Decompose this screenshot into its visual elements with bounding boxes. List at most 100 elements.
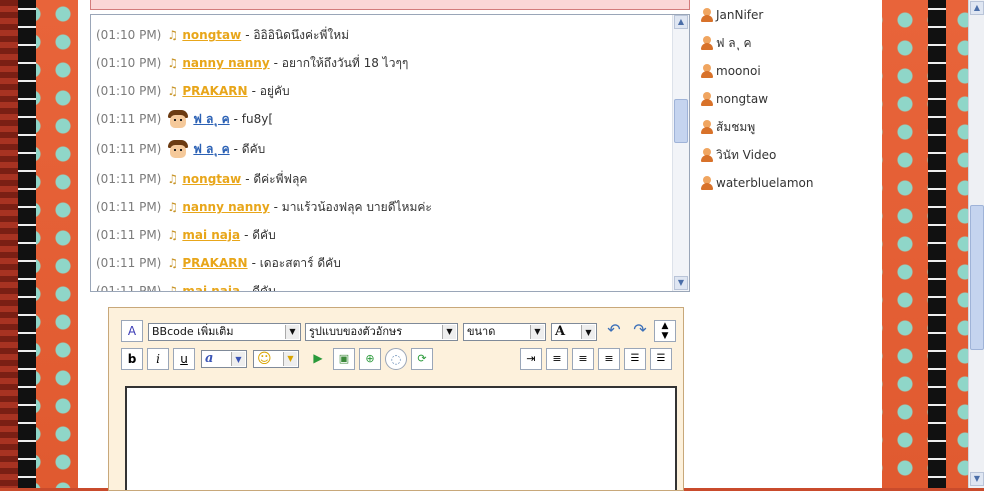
bold-button[interactable]: b [121, 348, 143, 370]
page-scroll-thumb[interactable] [970, 205, 984, 350]
page-scroll-down-button[interactable]: ▼ [970, 472, 984, 486]
music-note-icon: ♫ [167, 284, 179, 292]
chat-message: (01:10 PM) ♫ PRAKARN - อยู่คับ [96, 81, 290, 101]
online-user-item[interactable]: moonoi [700, 60, 761, 82]
redo-icon[interactable]: ↷ [629, 320, 651, 342]
message-textarea[interactable] [125, 386, 677, 490]
user-icon [700, 148, 714, 162]
online-user-name: moonoi [716, 64, 761, 78]
message-username-link[interactable]: ฟ ล ุ ค [193, 110, 229, 129]
chat-message: (01:10 PM) ♫ nanny nanny - อยากให้ถึงวันที่… [96, 53, 408, 73]
undo-icon[interactable]: ↶ [603, 320, 625, 342]
music-note-icon: ♫ [167, 172, 179, 186]
right-decoration [882, 0, 968, 488]
chat-box[interactable]: (01:10 PM) ♫ nongtaw - อิอิอินิดนึงค่ะพี่ให… [90, 14, 690, 292]
message-time: (01:10 PM) [96, 84, 162, 98]
message-text: - ดีคับ [244, 227, 276, 242]
chat-scroll-thumb[interactable] [674, 99, 688, 143]
message-time: (01:11 PM) [96, 256, 162, 270]
online-user-item[interactable]: waterbluelamon [700, 172, 813, 194]
online-user-name: วินัท Video [716, 147, 777, 162]
resize-icon[interactable]: ▲ ▼ [654, 320, 676, 342]
page-scroll-up-button[interactable]: ▲ [970, 1, 984, 15]
indent-icon[interactable]: ⇥ [520, 348, 542, 370]
user-icon [700, 120, 714, 134]
online-user-name: JanNifer [716, 8, 764, 22]
online-user-item[interactable]: วินัท Video [700, 144, 776, 166]
message-username-link[interactable]: PRAKARN [182, 84, 247, 98]
align-center-icon[interactable]: ≡ [572, 348, 594, 370]
size-select[interactable]: ขนาด ▼ [463, 323, 546, 341]
online-user-item[interactable]: ฟ ล ุ ค [700, 32, 752, 54]
quote-icon[interactable]: ◌ [385, 348, 407, 370]
message-username-link[interactable]: nanny nanny [182, 200, 269, 214]
user-icon [700, 8, 714, 22]
alert-bar [90, 0, 690, 10]
unordered-list-icon[interactable]: ☰ [650, 348, 672, 370]
message-time: (01:11 PM) [96, 142, 162, 156]
ordered-list-icon[interactable]: ☰ [624, 348, 646, 370]
message-time: (01:11 PM) [96, 200, 162, 214]
remove-format-icon[interactable]: A [121, 320, 143, 342]
chat-scrollbar[interactable]: ▲ ▼ [672, 15, 689, 291]
align-left-icon[interactable]: ≡ [546, 348, 568, 370]
color-select[interactable]: A ▼ [551, 323, 597, 341]
user-icon [700, 92, 714, 106]
left-stripe [0, 0, 18, 488]
online-user-item[interactable]: nongtaw [700, 88, 768, 110]
align-right-icon[interactable]: ≡ [598, 348, 620, 370]
font-select[interactable]: รูปแบบของตัวอักษร ▼ [305, 323, 458, 341]
emoticon-select[interactable]: ☺ ▼ [253, 350, 299, 368]
online-user-item[interactable]: JanNifer [700, 4, 763, 26]
message-username-link[interactable]: ฟ ล ุ ค [193, 140, 229, 159]
message-time: (01:11 PM) [96, 228, 162, 242]
page-scrollbar[interactable]: ▲ ▼ [968, 0, 984, 488]
insert-image-icon[interactable]: ▣ [333, 348, 355, 370]
bbcode-select[interactable]: BBcode เพิ่มเติม ▼ [148, 323, 301, 341]
chat-scroll-up-button[interactable]: ▲ [674, 15, 688, 29]
italic-button[interactable]: i [147, 348, 169, 370]
message-text: - มาแร้วน้องฟลุค บายดีไหมค่ะ [273, 199, 432, 214]
message-username-link[interactable]: nongtaw [182, 28, 241, 42]
smiley-icon: ☺ [257, 351, 272, 367]
user-icon [700, 36, 714, 50]
message-text: - fu8y[ [233, 112, 274, 126]
user-avatar-icon [167, 109, 189, 129]
media-icon[interactable]: ⟳ [411, 348, 433, 370]
chat-message: (01:11 PM) ฟ ล ุ ค - fu8y[ [96, 109, 273, 129]
chat-message: (01:11 PM) ♫ PRAKARN - เดอะสตาร์ ดีคับ [96, 253, 341, 273]
text-style-value: a [205, 351, 214, 366]
chat-message: (01:11 PM) ♫ nanny nanny - มาแร้วน้องฟลุค บ… [96, 197, 432, 217]
message-username-link[interactable]: PRAKARN [182, 256, 247, 270]
message-time: (01:11 PM) [96, 284, 162, 292]
message-time: (01:10 PM) [96, 28, 162, 42]
message-username-link[interactable]: nongtaw [182, 172, 241, 186]
main-content: (01:10 PM) ♫ nongtaw - อิอิอินิดนึงค่ะพี่ให… [78, 0, 882, 491]
left-decoration [0, 0, 78, 488]
text-style-select[interactable]: a ▼ [201, 350, 247, 368]
online-user-name: ฟ ล ุ ค [716, 35, 752, 50]
chevron-down-icon: ▼ [442, 325, 456, 339]
italic-label: i [156, 352, 160, 366]
message-text: - อิอิอินิดนึงค่ะพี่ใหม่ [245, 27, 350, 42]
message-text: - อยากให้ถึงวันที่ 18 ไวๆๆ [273, 55, 409, 70]
message-text: - ดีคับ [233, 141, 266, 156]
music-note-icon: ♫ [167, 28, 179, 42]
message-username-link[interactable]: mai naja [182, 284, 240, 291]
message-editor: A BBcode เพิ่มเติม ▼ รูปแบบของตัวอักษร ▼… [108, 307, 684, 491]
chevron-down-icon: ▼ [530, 325, 544, 339]
music-note-icon: ♫ [167, 56, 179, 70]
message-text: - ดีค่ะพี่ฟลุค [245, 171, 308, 186]
insert-file-icon[interactable]: ⊕ [359, 348, 381, 370]
bold-label: b [127, 352, 137, 366]
online-user-name: nongtaw [716, 92, 769, 106]
color-select-value: A [555, 324, 566, 339]
chat-scroll-down-button[interactable]: ▼ [674, 276, 688, 290]
message-username-link[interactable]: nanny nanny [182, 56, 269, 70]
message-username-link[interactable]: mai naja [182, 228, 240, 242]
insert-link-icon[interactable]: ▶ [307, 348, 329, 370]
right-rope [928, 0, 946, 488]
online-user-item[interactable]: ส้มชมพู [700, 116, 755, 138]
chevron-down-icon: ▼ [285, 325, 299, 339]
underline-button[interactable]: u [173, 348, 195, 370]
